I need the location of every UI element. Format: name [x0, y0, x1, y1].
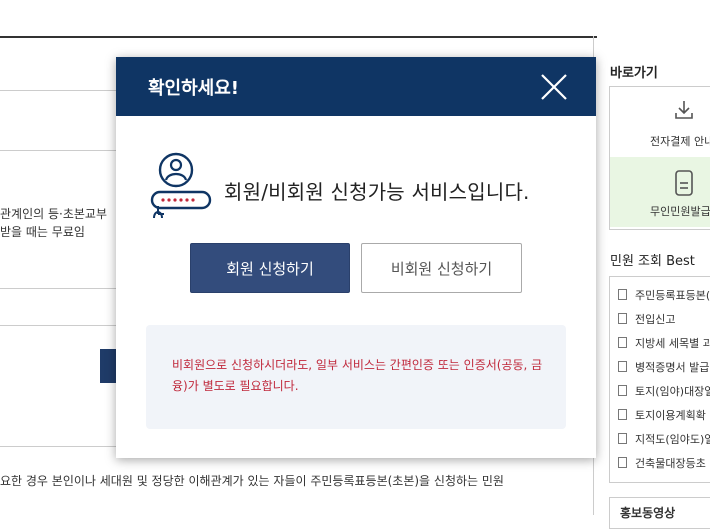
promo-video-box[interactable]: 홍보동영상 — [609, 497, 710, 529]
best-title: 민원 조회 Best — [610, 254, 695, 269]
document-icon — [618, 337, 627, 348]
dialog-heading: 회원/비회원 신청가능 서비스입니다. — [224, 180, 530, 204]
list-item[interactable]: 토지(임야)대장열 — [618, 383, 710, 399]
best-list: 주민등록표등본( 전입신고 지방세 세목별 과 병적증명서 발급 토지(임야)대… — [609, 276, 710, 483]
dialog-title: 확인하세요! — [148, 78, 240, 99]
shortcut-title: 바로가기 — [610, 66, 658, 81]
list-item[interactable]: 주민등록표등본( — [618, 287, 710, 303]
member-apply-button[interactable]: 회원 신청하기 — [190, 243, 350, 293]
list-item[interactable]: 지적도(임야도)열 — [618, 431, 710, 447]
shortcut-box: 전자결제 안내 무인민원발급 — [609, 86, 710, 230]
user-verification-icon — [148, 152, 214, 226]
kiosk-icon — [673, 169, 695, 201]
dialog-header: 확인하세요! — [116, 57, 596, 116]
notice-box: 비회원으로 신청하시더라도, 일부 서비스는 간편인증 또는 인증서(공동, 금… — [146, 325, 566, 429]
background-text-line: 관계인의 등·초본교부 — [0, 207, 107, 221]
document-icon — [618, 433, 627, 444]
document-icon — [618, 313, 627, 324]
background-description: 요한 경우 본인이나 세대원 및 정당한 이해관계가 있는 자들이 주민등록표등… — [0, 474, 504, 488]
confirm-dialog: 확인하세요! 회원/비회원 신청가능 서비스입니다. 회원 신청하기 비회원 신… — [116, 57, 596, 458]
shortcut-kiosk[interactable]: 무인민원발급 — [610, 157, 710, 227]
download-icon — [673, 99, 695, 125]
list-item[interactable]: 건축물대장등초 — [618, 455, 706, 471]
document-icon — [618, 289, 627, 300]
document-icon — [618, 409, 627, 420]
shortcut-label: 무인민원발급 — [650, 205, 710, 218]
document-icon — [618, 361, 627, 372]
close-button[interactable] — [538, 71, 570, 103]
right-sidebar: 바로가기 전자결제 안내 무인민원발급 민원 조회 Best 주민등록표등본(… — [593, 36, 710, 529]
background-text-line: 받을 때는 무료임 — [0, 225, 85, 239]
shortcut-label: 전자결제 안내 — [650, 135, 710, 148]
page-top-border — [0, 36, 597, 38]
list-item[interactable]: 지방세 세목별 과 — [618, 335, 710, 351]
notice-text: 비회원으로 신청하시더라도, 일부 서비스는 간편인증 또는 인증서(공동, 금… — [172, 358, 543, 393]
list-item[interactable]: 전입신고 — [618, 311, 675, 327]
nonmember-apply-button[interactable]: 비회원 신청하기 — [361, 243, 522, 293]
promo-video-title: 홍보동영상 — [620, 506, 676, 520]
list-item[interactable]: 토지이용계획확 — [618, 407, 706, 423]
list-item[interactable]: 병적증명서 발급 — [618, 359, 709, 375]
close-icon — [541, 74, 567, 100]
shortcut-electronic-payment[interactable]: 전자결제 안내 — [610, 87, 710, 157]
document-icon — [618, 457, 627, 468]
document-icon — [618, 385, 627, 396]
